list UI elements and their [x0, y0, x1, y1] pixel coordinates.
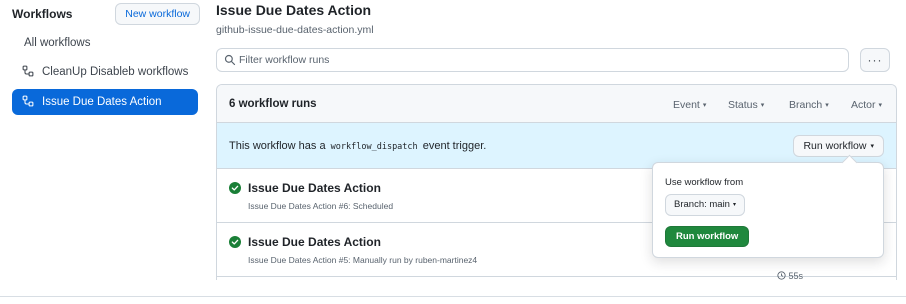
- runs-header: 6 workflow runs Event ▾ Status ▾ Branch ▾ A…: [217, 85, 896, 123]
- chevron-down-icon: ▾: [702, 102, 707, 109]
- filter-box: [216, 48, 849, 72]
- check-circle-icon: [229, 236, 241, 248]
- check-circle-icon: [229, 182, 241, 194]
- run-subtitle: Issue Due Dates Action #5: Manually run …: [248, 255, 478, 265]
- use-workflow-from-label: Use workflow from: [665, 177, 744, 188]
- sidebar-item-label: All workflows: [24, 37, 91, 49]
- status-filter-label: Status: [728, 99, 758, 111]
- chevron-down-icon: ▾: [870, 143, 874, 150]
- filter-workflow-runs-input[interactable]: [239, 52, 839, 68]
- chevron-down-icon: ▾: [825, 102, 829, 109]
- dispatch-code: workflow_dispatch: [330, 142, 418, 152]
- branch-filter-label: Branch: [789, 99, 823, 111]
- branch-select-button[interactable]: Branch: main ▾: [665, 194, 745, 216]
- run-workflow-button[interactable]: Run workflow: [665, 226, 750, 247]
- page-title: Issue Due Dates Action: [216, 2, 372, 18]
- branch-select-label: Branch: main: [674, 199, 730, 210]
- workflow-icon: [22, 95, 34, 107]
- workflow-icon: [22, 65, 34, 77]
- search-icon: [224, 54, 236, 66]
- chevron-down-icon: ▾: [878, 102, 883, 109]
- sidebar-item-issue-due-dates[interactable]: Issue Due Dates Action: [12, 89, 198, 115]
- branch-filter[interactable]: Branch ▾: [789, 99, 829, 111]
- run-duration-value: 55s: [788, 271, 804, 280]
- run-subtitle: Issue Due Dates Action #6: Scheduled: [248, 201, 394, 211]
- run-workflow-popover: Use workflow from Branch: main ▾ Run work…: [652, 162, 884, 258]
- new-workflow-button[interactable]: New workflow: [115, 3, 200, 25]
- chevron-down-icon: ▾: [732, 202, 736, 208]
- run-duration: 55s: [777, 271, 803, 280]
- clock-icon: [777, 271, 786, 280]
- sidebar-item-cleanup-workflow[interactable]: CleanUp Disableb workflows: [12, 59, 198, 85]
- actor-filter[interactable]: Actor ▾: [851, 99, 882, 111]
- runs-count: 6 workflow runs: [229, 98, 317, 110]
- run-title: Issue Due Dates Action: [248, 181, 381, 195]
- chevron-down-icon: ▾: [760, 102, 765, 109]
- event-filter-label: Event: [673, 99, 700, 111]
- run-title: Issue Due Dates Action: [248, 235, 381, 249]
- divider: [0, 296, 906, 297]
- sidebar-item-all-workflows[interactable]: All workflows: [12, 30, 198, 56]
- sidebar-header: Workflows New workflow: [12, 3, 200, 25]
- event-filter[interactable]: Event ▾: [673, 99, 706, 111]
- status-filter[interactable]: Status ▾: [728, 99, 764, 111]
- dispatch-text: This workflow has a workflow_dispatch ev…: [229, 140, 486, 152]
- more-options-button[interactable]: ···: [860, 48, 890, 72]
- run-workflow-label: Run workflow: [803, 140, 867, 152]
- workflow-file-link[interactable]: github-issue-due-dates-action.yml: [216, 24, 374, 36]
- actor-filter-label: Actor: [851, 99, 876, 111]
- sidebar-title: Workflows: [12, 7, 73, 21]
- run-workflow-dropdown-button[interactable]: Run workflow ▾: [793, 135, 884, 157]
- workflows-sidebar: Workflows New workflow All workflows Cle…: [0, 0, 206, 280]
- sidebar-item-label: CleanUp Disableb workflows: [42, 66, 189, 78]
- dispatch-prefix: This workflow has a: [229, 140, 326, 152]
- sidebar-item-label: Issue Due Dates Action: [42, 96, 162, 108]
- dispatch-suffix: event trigger.: [422, 140, 487, 152]
